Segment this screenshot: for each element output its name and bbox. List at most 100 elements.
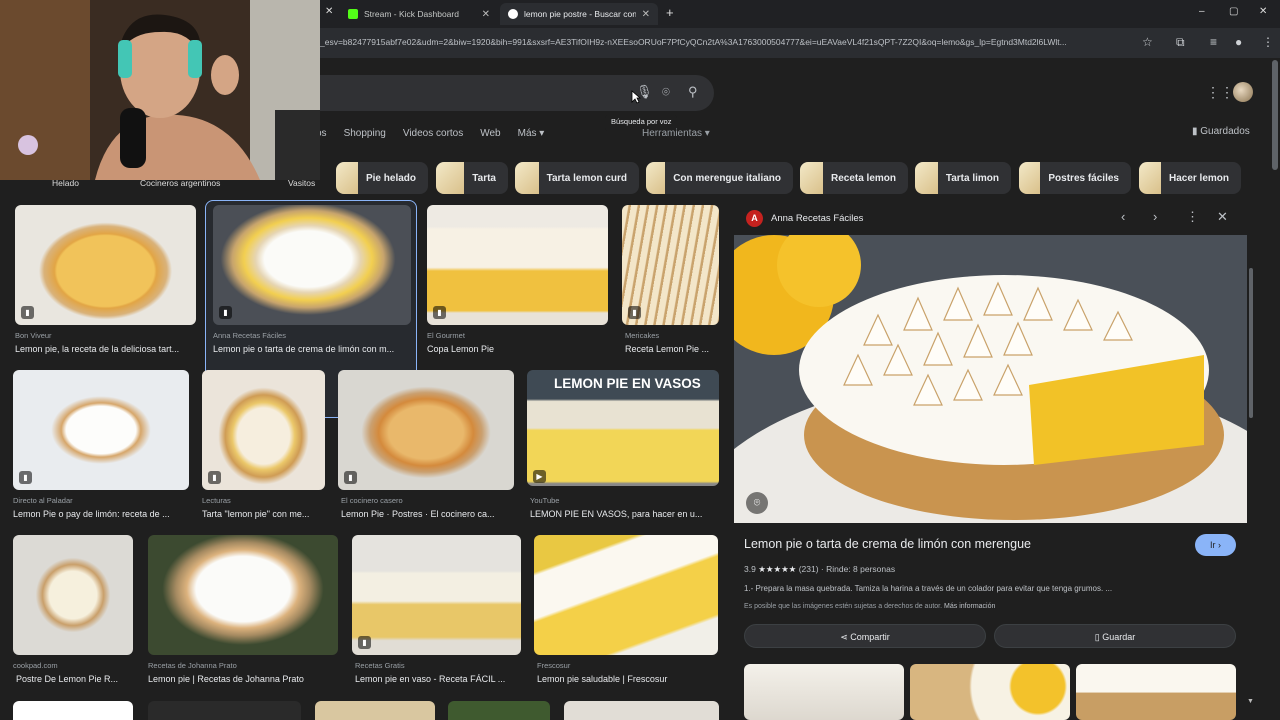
url-field[interactable]: _esv=b82477915abf7e02&udm=2&biw=1920&bih… [320, 37, 1135, 47]
result-title: Lemon pie, la receta de la deliciosa tar… [15, 344, 180, 354]
search-icon[interactable]: ⚲ [688, 84, 698, 100]
result-title: Lemon pie en vaso - Receta FÁCIL ... [355, 674, 506, 684]
chip-receta-lemon[interactable]: Receta lemon [800, 162, 908, 194]
copyright-notice: Es posible que las imágenes estén sujeta… [744, 603, 995, 610]
chip-tarta[interactable]: Tarta [436, 162, 508, 194]
rating-row: 3.9 ★★★★★ (231) · Rinde: 8 personas [744, 564, 895, 575]
close-tab-icon[interactable]: ✕ [642, 9, 650, 20]
search-input[interactable]: 🎙 ⌾ ⚲ [320, 75, 714, 111]
result-title: LEMON PIE EN VASOS, para hacer en u... [530, 509, 703, 519]
chip-label: Tarta [472, 172, 496, 184]
preview-image[interactable] [734, 235, 1247, 523]
save-button[interactable]: ▯ Guardar [994, 624, 1236, 648]
extensions-icon[interactable]: ⧉ [1176, 35, 1185, 50]
more-info-link[interactable]: Más información [944, 603, 995, 610]
related-image[interactable] [1076, 664, 1236, 720]
share-button[interactable]: ⋖ Compartir [744, 624, 986, 648]
chip-tarta-lemon-curd[interactable]: Tarta lemon curd [515, 162, 639, 194]
play-icon: ▶ [533, 470, 546, 483]
visit-button[interactable]: Ir › [1195, 534, 1236, 556]
result-source: Mericakes [625, 331, 660, 340]
result-source: Recetas Gratis [355, 661, 405, 670]
result-image [352, 535, 521, 655]
panel-title[interactable]: Lemon pie o tarta de crema de limón con … [744, 537, 1031, 551]
chip-tarta-limon[interactable]: Tarta limon [915, 162, 1011, 194]
image-preview-panel: A Anna Recetas Fáciles ‹ › ⋮ ✕ ⌾ Lemon p… [734, 200, 1250, 720]
star-rating-icon: ★★★★★ [758, 564, 797, 574]
star-bookmark-icon[interactable]: ☆ [1142, 35, 1153, 49]
image-type-icon: ▮ [21, 306, 34, 319]
profile-icon[interactable]: ● [1235, 35, 1242, 49]
close-tab-icon[interactable]: ✕ [325, 6, 333, 17]
panel-scrollbar[interactable] [1249, 268, 1253, 418]
result-title: Tarta "lemon pie" con me... [202, 509, 310, 519]
result-source: cookpad.com [13, 661, 58, 670]
search-type-tabs: os Shopping Videos cortos Web Más ▾ [316, 128, 544, 139]
share-icon: ⋖ [840, 632, 851, 642]
tools-button[interactable]: Herramientas ▾ [642, 128, 710, 139]
result-image-partial[interactable] [148, 701, 301, 720]
result-image-partial[interactable] [315, 701, 435, 720]
related-image[interactable] [910, 664, 1070, 720]
servings: · Rinde: 8 personas [820, 564, 896, 574]
result-image-partial[interactable] [448, 701, 550, 720]
copyright-text: Es posible que las imágenes estén sujeta… [744, 603, 943, 610]
result-source: El cocinero casero [341, 496, 403, 505]
result-source: Lecturas [202, 496, 231, 505]
result-source: Anna Recetas Fáciles [213, 331, 286, 340]
close-icon[interactable]: ✕ [1217, 209, 1228, 225]
scroll-down-arrow-icon[interactable]: ▼ [1247, 698, 1254, 705]
chip-thumbnail [646, 162, 666, 194]
result-source: YouTube [530, 496, 560, 505]
new-tab-button[interactable]: + [666, 5, 674, 20]
result-source: Bon Viveur [15, 331, 52, 340]
result-image [15, 205, 196, 325]
site-logo-icon: A [746, 210, 763, 227]
image-type-icon: ▮ [219, 306, 232, 319]
chip-thumbnail [336, 162, 358, 194]
image-type-icon: ▮ [19, 471, 32, 484]
result-image-partial[interactable] [13, 701, 133, 720]
tab-google-search[interactable]: lemon pie postre - Buscar con G ✕ [500, 3, 658, 25]
kick-favicon-icon [348, 9, 358, 19]
image-type-icon: ▮ [358, 636, 371, 649]
panel-source[interactable]: A Anna Recetas Fáciles [746, 210, 863, 227]
result-image [534, 535, 718, 655]
close-tab-icon[interactable]: ✕ [482, 9, 490, 20]
tab-shopping[interactable]: Shopping [344, 128, 386, 139]
chevron-right-icon[interactable]: › [1153, 209, 1157, 224]
minimize-button[interactable]: – [1199, 6, 1205, 17]
camera-lens-icon[interactable]: ⌾ [662, 84, 670, 100]
lemon-pie-illustration [734, 235, 1247, 523]
result-source: Frescosur [537, 661, 571, 670]
chip-postres-faciles[interactable]: Postres fáciles [1019, 162, 1131, 194]
maximize-button[interactable]: ▢ [1229, 6, 1238, 17]
tab-more[interactable]: Más ▾ [518, 128, 545, 139]
chip-pie-helado[interactable]: Pie helado [336, 162, 428, 194]
media-controls-icon[interactable]: ≡ [1210, 35, 1217, 49]
chip-label: Tarta lemon curd [546, 172, 627, 184]
recipe-description: 1.- Prepara la masa quebrada. Tamiza la … [744, 584, 1113, 593]
rating-value: 3.9 [744, 564, 756, 574]
result-image-partial[interactable] [564, 701, 719, 720]
result-image [13, 370, 189, 490]
more-options-icon[interactable]: ⋮ [1186, 209, 1199, 225]
result-source: Directo al Paladar [13, 496, 73, 505]
chip-thumbnail [1019, 162, 1041, 194]
avatar[interactable] [1233, 82, 1253, 102]
tab-web[interactable]: Web [480, 128, 500, 139]
chevron-left-icon[interactable]: ‹ [1121, 209, 1125, 224]
lens-search-icon[interactable]: ⌾ [746, 492, 768, 514]
page-scrollbar[interactable] [1272, 60, 1278, 170]
related-image[interactable] [744, 664, 904, 720]
saved-button[interactable]: ▮ Guardados [1192, 126, 1250, 137]
chip-con-merengue-italiano[interactable]: Con merengue italiano [646, 162, 793, 194]
tab-kick-dashboard[interactable]: Stream - Kick Dashboard ✕ [340, 3, 498, 25]
close-window-button[interactable]: ✕ [1259, 6, 1267, 17]
result-title: Lemon pie saludable | Frescosur [537, 674, 668, 684]
tab-short-videos[interactable]: Videos cortos [403, 128, 463, 139]
menu-kebab-icon[interactable]: ⋮ [1262, 35, 1274, 49]
image-type-icon: ▮ [344, 471, 357, 484]
chip-hacer-lemon[interactable]: Hacer lemon [1139, 162, 1241, 194]
image-type-icon: ▮ [208, 471, 221, 484]
